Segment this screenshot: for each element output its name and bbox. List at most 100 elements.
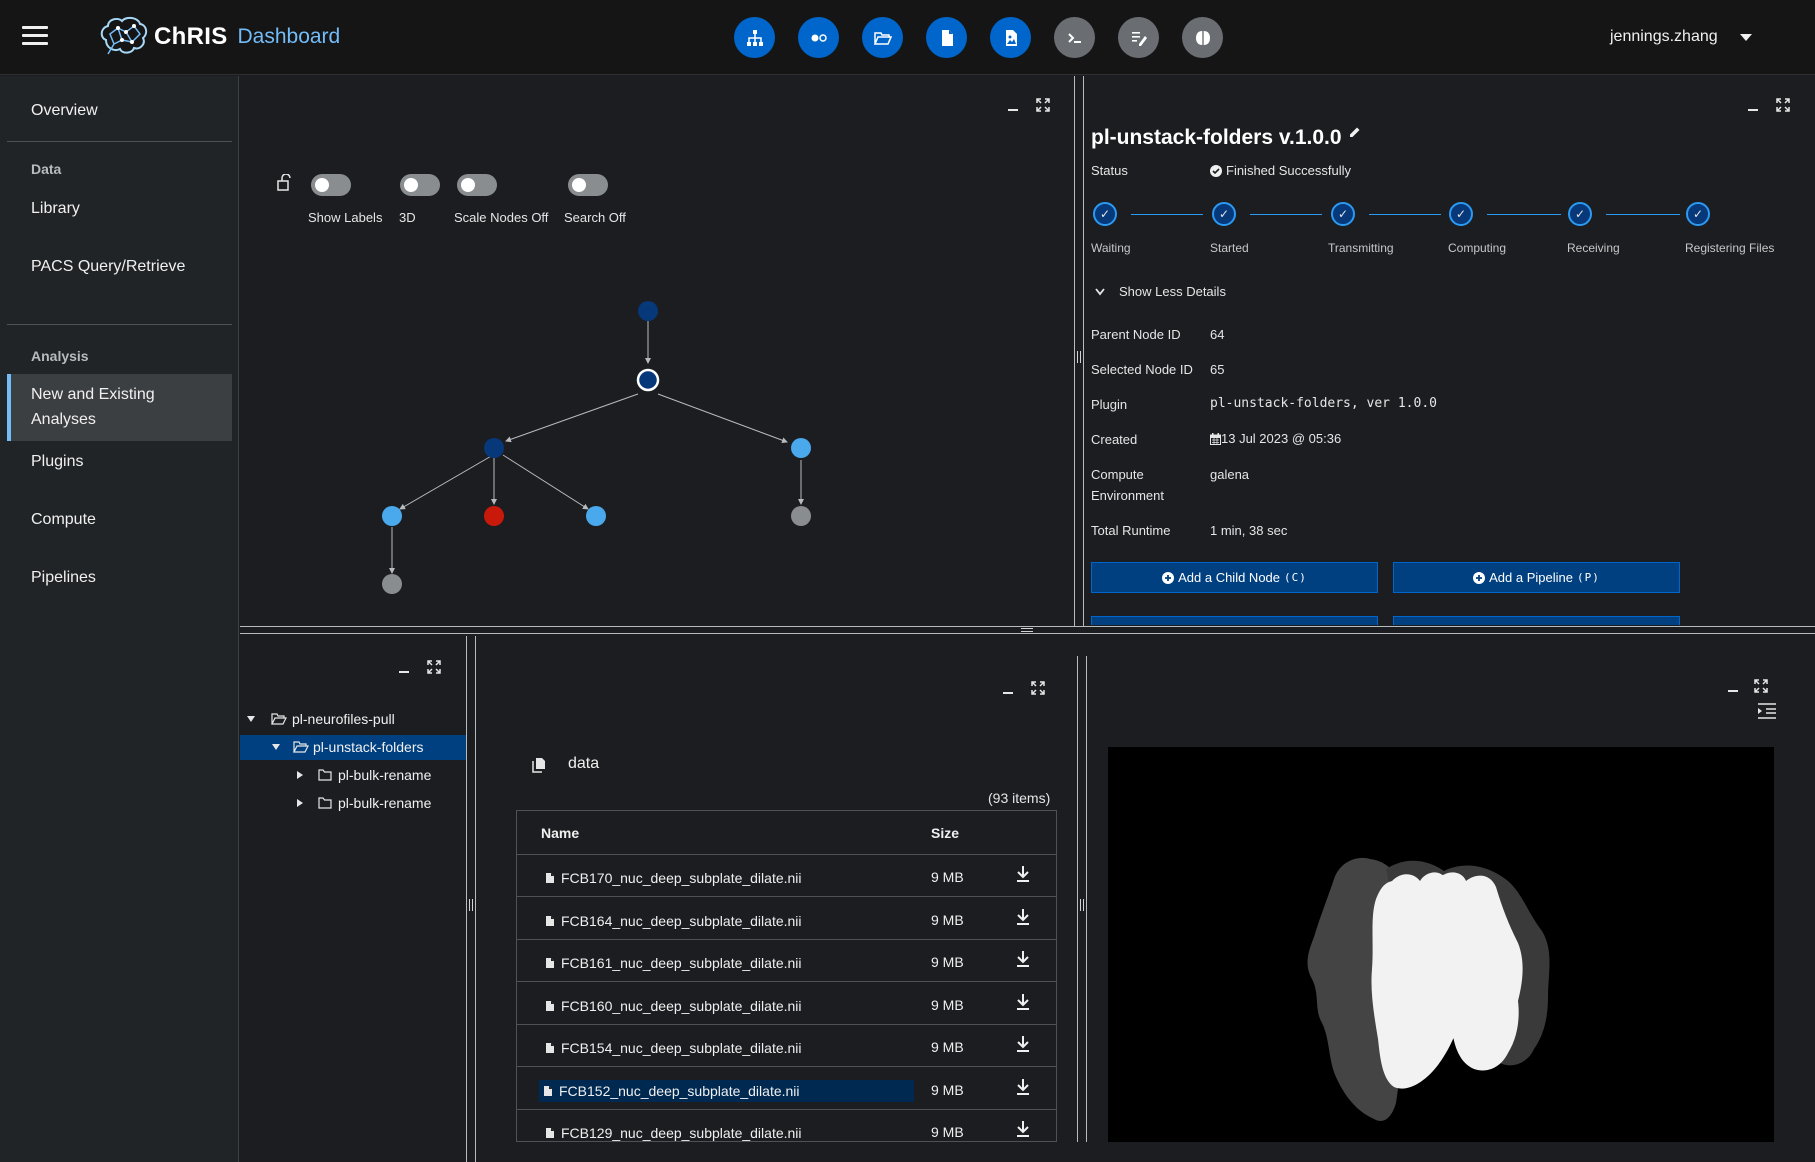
table-row[interactable]: FCB164_nuc_deep_subplate_dilate.nii 9 MB	[517, 898, 1056, 940]
horizontal-splitter[interactable]	[240, 626, 1815, 634]
download-icon[interactable]	[1015, 1120, 1031, 1138]
folder-open-icon[interactable]	[862, 17, 903, 58]
viewer-panel-controls	[1728, 679, 1768, 693]
table-row[interactable]: FCB152_nuc_deep_subplate_dilate.nii 9 MB	[517, 1068, 1056, 1110]
sidebar-item-pacs[interactable]: PACS Query/Retrieve	[31, 258, 185, 276]
tree-item-selected[interactable]: pl-unstack-folders	[272, 734, 424, 760]
minimize-icon[interactable]	[1003, 682, 1013, 694]
terminal-icon[interactable]	[1054, 17, 1095, 58]
graph-node-selected[interactable]	[636, 368, 660, 392]
caret-right-icon	[297, 771, 303, 779]
graph-edge	[502, 454, 589, 510]
hamburger-menu-icon[interactable]	[22, 26, 48, 48]
indent-list-icon[interactable]	[1757, 703, 1777, 719]
user-menu[interactable]: jennings.zhang	[1610, 28, 1752, 46]
node-title-text: pl-unstack-folders v.1.0.0	[1091, 126, 1342, 149]
nifti-image-viewer[interactable]	[1108, 747, 1774, 1142]
step-connector	[1250, 214, 1322, 215]
status-text: Finished Successfully	[1226, 163, 1351, 178]
table-row[interactable]: FCB154_nuc_deep_subplate_dilate.nii 9 MB	[517, 1025, 1056, 1067]
header-toolbar	[734, 17, 1246, 58]
download-icon[interactable]	[1015, 950, 1031, 968]
table-row[interactable]: FCB160_nuc_deep_subplate_dilate.nii 9 MB	[517, 983, 1056, 1025]
tree-item-child[interactable]: pl-bulk-rename	[297, 762, 431, 788]
plus-circle-icon	[1473, 571, 1486, 584]
table-row[interactable]: FCB161_nuc_deep_subplate_dilate.nii 9 MB	[517, 940, 1056, 982]
file-name-cell[interactable]: FCB160_nuc_deep_subplate_dilate.nii	[541, 995, 806, 1017]
sidebar-item-analyses-label-2: Analyses	[31, 411, 96, 428]
sidebar-divider	[7, 141, 232, 142]
file-name-cell[interactable]: FCB152_nuc_deep_subplate_dilate.nii	[539, 1079, 914, 1102]
sidebar-item-pipelines[interactable]: Pipelines	[31, 569, 96, 587]
file-edit-icon[interactable]	[1118, 17, 1159, 58]
pencil-icon[interactable]	[1349, 126, 1361, 138]
table-row[interactable]: FCB170_nuc_deep_subplate_dilate.nii 9 MB	[517, 855, 1056, 897]
file-image-icon[interactable]	[990, 17, 1031, 58]
sidebar-item-compute[interactable]: Compute	[31, 511, 96, 529]
vertical-splitter[interactable]	[1077, 656, 1087, 1142]
file-name-cell[interactable]: FCB129_nuc_deep_subplate_dilate.nii	[541, 1122, 806, 1141]
sidebar-item-analyses-label-1: New and Existing	[31, 386, 155, 403]
file-name-text: FCB164_nuc_deep_subplate_dilate.nii	[561, 912, 802, 929]
expand-icon[interactable]	[1031, 681, 1045, 695]
file-name-cell[interactable]: FCB154_nuc_deep_subplate_dilate.nii	[541, 1037, 806, 1059]
brain-slice-image	[1307, 857, 1550, 1122]
add-pipeline-button[interactable]: Add a Pipeline (P)	[1393, 562, 1680, 593]
brand-name: ChRIS	[154, 23, 228, 50]
sidebar-item-plugins[interactable]: Plugins	[31, 453, 83, 471]
minimize-icon[interactable]	[1728, 680, 1738, 692]
tree-item-root[interactable]: pl-neurofiles-pull	[247, 706, 395, 732]
column-header-size[interactable]: Size	[931, 825, 959, 841]
file-name-cell[interactable]: FCB161_nuc_deep_subplate_dilate.nii	[541, 952, 806, 974]
graph-node[interactable]	[638, 301, 658, 321]
file-size-cell: 9 MB	[931, 869, 964, 885]
more-actions-button[interactable]	[1393, 616, 1680, 625]
column-header-name[interactable]: Name	[541, 825, 579, 841]
tree-item-child[interactable]: pl-bulk-rename	[297, 790, 431, 816]
expand-icon[interactable]	[1754, 679, 1768, 693]
minimize-icon[interactable]	[1748, 99, 1758, 111]
graph-node[interactable]	[586, 506, 606, 526]
table-row[interactable]: FCB129_nuc_deep_subplate_dilate.nii 9 MB	[517, 1110, 1056, 1141]
caret-down-icon	[1739, 33, 1752, 41]
sitemap-icon[interactable]	[734, 17, 775, 58]
add-child-node-button[interactable]: Add a Child Node (C)	[1091, 562, 1378, 593]
top-header: ChRIS Dashboard jennings.zhang	[0, 0, 1815, 75]
vertical-splitter[interactable]	[1074, 76, 1084, 626]
sidebar-item-library[interactable]: Library	[31, 200, 80, 218]
download-icon[interactable]	[1015, 1078, 1031, 1096]
sidebar-item-analyses[interactable]	[7, 374, 232, 441]
graph-node[interactable]	[484, 438, 504, 458]
breadcrumb-folder[interactable]: data	[568, 755, 599, 773]
download-icon[interactable]	[1015, 865, 1031, 883]
download-icon[interactable]	[1015, 1035, 1031, 1053]
details-panel-controls	[1748, 98, 1790, 112]
file-name-cell[interactable]: FCB170_nuc_deep_subplate_dilate.nii	[541, 867, 806, 889]
graph-node[interactable]	[791, 506, 811, 526]
sidebar-item-overview[interactable]: Overview	[31, 102, 98, 120]
expand-icon[interactable]	[427, 660, 441, 674]
show-less-details-toggle[interactable]: Show Less Details	[1095, 284, 1226, 299]
copy-icon[interactable]	[532, 757, 546, 773]
minimize-icon[interactable]	[399, 661, 409, 673]
logo[interactable]: ChRIS Dashboard	[96, 12, 340, 62]
file-name-cell[interactable]: FCB164_nuc_deep_subplate_dilate.nii	[541, 910, 806, 932]
download-icon[interactable]	[1015, 993, 1031, 1011]
step-check-icon: ✓	[1331, 202, 1355, 226]
add-pipeline-shortcut: (P)	[1576, 571, 1600, 584]
graph-node[interactable]	[382, 506, 402, 526]
parent-node-label: Parent Node ID	[1091, 327, 1181, 342]
download-icon[interactable]	[1015, 908, 1031, 926]
brain-icon[interactable]	[1182, 17, 1223, 58]
more-actions-button[interactable]	[1091, 616, 1378, 625]
expand-icon[interactable]	[1776, 98, 1790, 112]
graph-node-error[interactable]	[484, 506, 504, 526]
dots-icon[interactable]	[798, 17, 839, 58]
file-icon[interactable]	[926, 17, 967, 58]
vertical-splitter[interactable]	[466, 636, 476, 1162]
folder-open-icon	[293, 741, 309, 753]
graph-node[interactable]	[791, 438, 811, 458]
node-details-panel: pl-unstack-folders v.1.0.0 Status Finish…	[1085, 76, 1815, 625]
graph-node[interactable]	[382, 574, 402, 594]
file-icon	[546, 873, 554, 883]
